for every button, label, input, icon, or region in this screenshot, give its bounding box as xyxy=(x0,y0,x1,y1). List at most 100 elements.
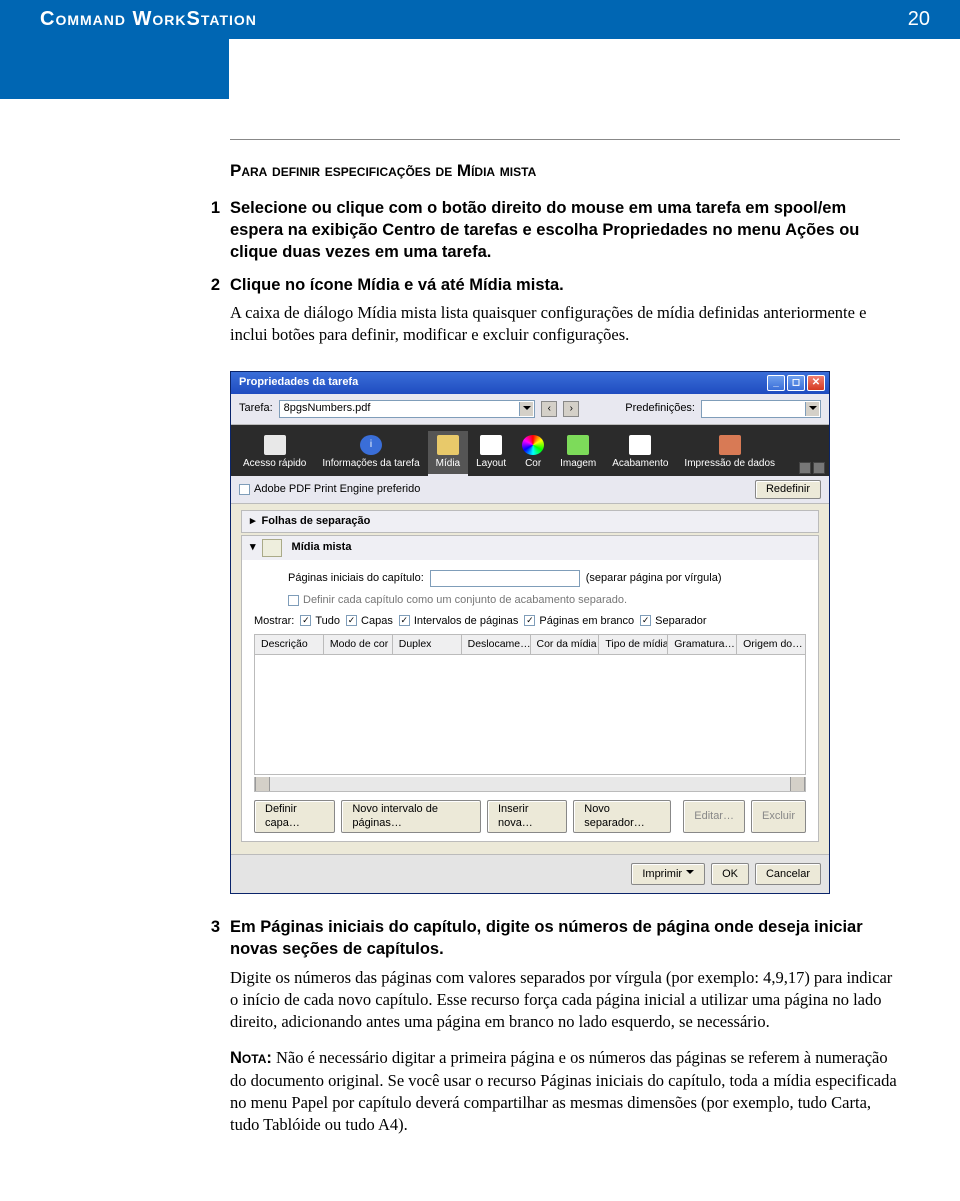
step-number: 2 xyxy=(200,274,230,361)
tab-scroll-left[interactable] xyxy=(799,462,811,474)
show-covers-checkbox[interactable]: ✓Capas xyxy=(346,614,393,629)
tab-color[interactable]: Cor xyxy=(514,431,552,477)
chevron-down-icon xyxy=(686,865,694,883)
header-stripe xyxy=(0,39,960,99)
horizontal-scrollbar[interactable] xyxy=(254,777,806,792)
vdp-icon xyxy=(719,435,741,455)
preset-label: Predefinições: xyxy=(625,401,695,416)
tab-image[interactable]: Imagem xyxy=(552,431,604,477)
page-content: Para definir especificações de Mídia mis… xyxy=(0,99,960,1201)
grid-body[interactable] xyxy=(254,655,806,775)
redefine-button[interactable]: Redefinir xyxy=(755,480,821,499)
new-tab-button[interactable]: Novo separador… xyxy=(573,800,671,834)
ok-button[interactable]: OK xyxy=(711,863,749,885)
tab-scroll xyxy=(799,462,825,474)
tab-vdp[interactable]: Impressão de dados xyxy=(676,431,783,477)
close-button[interactable]: ✕ xyxy=(807,375,825,391)
finish-set-checkbox[interactable]: Definir cada capítulo como um conjunto d… xyxy=(288,593,627,608)
chapter-hint: (separar página por vírgula) xyxy=(586,571,722,586)
dialog-top-row: Tarefa: 8pgsNumbers.pdf ‹ › Predefiniçõe… xyxy=(231,394,829,425)
step-body: A caixa de diálogo Mídia mista lista qua… xyxy=(230,302,900,347)
section-title: Para definir especificações de Mídia mis… xyxy=(230,160,900,183)
media-icon xyxy=(437,435,459,455)
header-title: Command WorkStation xyxy=(40,8,257,31)
step-3: 3 Em Páginas iniciais do capítulo, digit… xyxy=(230,916,900,1150)
note-text: Não é necessário digitar a primeira pági… xyxy=(230,1048,897,1134)
next-task-button[interactable]: › xyxy=(563,401,579,417)
mixed-media-expander: Mídia mista Páginas iniciais do capítulo… xyxy=(241,535,819,843)
tab-layout[interactable]: Layout xyxy=(468,431,514,477)
mixed-media-buttons: Definir capa… Novo intervalo de páginas…… xyxy=(254,792,806,834)
layout-icon xyxy=(480,435,502,455)
grid-header: Descrição Modo de cor Duplex Deslocame… … xyxy=(254,634,806,654)
scroll-left-button[interactable] xyxy=(255,777,270,791)
tab-label: Layout xyxy=(476,457,506,471)
tab-scroll-right[interactable] xyxy=(813,462,825,474)
col-colormode[interactable]: Modo de cor xyxy=(324,635,393,653)
col-mediatype[interactable]: Tipo de mídia xyxy=(599,635,668,653)
page-header: Command WorkStation 20 xyxy=(0,0,960,39)
adobe-label: Adobe PDF Print Engine preferido xyxy=(254,482,420,497)
chapter-start-label: Páginas iniciais do capítulo: xyxy=(288,571,424,586)
insert-new-button[interactable]: Inserir nova… xyxy=(487,800,567,834)
show-ranges-checkbox[interactable]: ✓ Intervalos de páginas xyxy=(399,614,519,629)
btn-label: Imprimir xyxy=(642,867,682,882)
show-blanks-checkbox[interactable]: ✓Páginas em branco xyxy=(524,614,634,629)
show-all-checkbox[interactable]: ✓ Tudo xyxy=(300,614,340,629)
maximize-button[interactable]: ◻ xyxy=(787,375,805,391)
tab-label: Mídia xyxy=(436,457,460,471)
dialog-footer: Imprimir OK Cancelar xyxy=(231,854,829,893)
separation-sheets-expander[interactable]: Folhas de separação xyxy=(241,510,819,533)
opt-label: Intervalos de páginas xyxy=(414,614,519,629)
task-value: 8pgsNumbers.pdf xyxy=(284,401,371,416)
tabs-bar: Acesso rápido i Informações da tarefa Mí… xyxy=(231,425,829,477)
col-offset[interactable]: Deslocame… xyxy=(462,635,531,653)
note-paragraph: Nota: Não é necessário digitar a primeir… xyxy=(230,1047,900,1136)
job-properties-dialog: Propriedades da tarefa _ ◻ ✕ Tarefa: 8pg… xyxy=(230,371,830,895)
dialog-title: Propriedades da tarefa xyxy=(239,375,358,390)
minimize-button[interactable]: _ xyxy=(767,375,785,391)
define-cover-button[interactable]: Definir capa… xyxy=(254,800,335,834)
new-range-button[interactable]: Novo intervalo de páginas… xyxy=(341,800,481,834)
step-text: Clique no ícone Mídia e vá até Mídia mis… xyxy=(230,274,900,296)
col-weight[interactable]: Gramatura… xyxy=(668,635,737,653)
task-combo[interactable]: 8pgsNumbers.pdf xyxy=(279,400,536,418)
tab-label: Acabamento xyxy=(612,457,668,471)
chapter-start-input[interactable] xyxy=(430,570,580,587)
show-tabs-checkbox[interactable]: ✓Separador xyxy=(640,614,706,629)
tab-label: Acesso rápido xyxy=(243,457,306,471)
opt-label: Tudo xyxy=(315,614,340,629)
preset-combo[interactable] xyxy=(701,400,821,418)
expander-label: Folhas de separação xyxy=(262,514,371,529)
col-description[interactable]: Descrição xyxy=(255,635,324,653)
tab-media[interactable]: Mídia xyxy=(428,431,468,477)
expander-label: Mídia mista xyxy=(292,540,352,555)
checkbox-icon: ✓ xyxy=(300,615,311,626)
checkbox-icon: ✓ xyxy=(399,615,410,626)
tab-job-info[interactable]: i Informações da tarefa xyxy=(314,431,427,477)
edit-button[interactable]: Editar… xyxy=(683,800,745,834)
dialog-titlebar[interactable]: Propriedades da tarefa _ ◻ ✕ xyxy=(231,372,829,394)
col-duplex[interactable]: Duplex xyxy=(393,635,462,653)
step-1: 1 Selecione ou clique com o botão direit… xyxy=(230,197,900,264)
print-button[interactable]: Imprimir xyxy=(631,863,705,885)
show-label: Mostrar: xyxy=(254,614,294,629)
checkbox-icon: ✓ xyxy=(524,615,535,626)
prev-task-button[interactable]: ‹ xyxy=(541,401,557,417)
tab-label: Imagem xyxy=(560,457,596,471)
checkbox-icon xyxy=(288,595,299,606)
col-mediacolor[interactable]: Cor da mídia xyxy=(531,635,600,653)
delete-button[interactable]: Excluir xyxy=(751,800,806,834)
task-label: Tarefa: xyxy=(239,401,273,416)
mixed-media-header[interactable]: Mídia mista xyxy=(242,536,818,560)
adobe-pdf-checkbox[interactable]: Adobe PDF Print Engine preferido xyxy=(239,482,420,497)
col-source[interactable]: Origem do… xyxy=(737,635,805,653)
mixed-media-body: Páginas iniciais do capítulo: (separar p… xyxy=(242,560,818,842)
tab-quick-access[interactable]: Acesso rápido xyxy=(235,431,314,477)
image-icon xyxy=(567,435,589,455)
scroll-right-button[interactable] xyxy=(790,777,805,791)
step-text: Em Páginas iniciais do capítulo, digite … xyxy=(230,916,900,961)
cancel-button[interactable]: Cancelar xyxy=(755,863,821,885)
info-icon: i xyxy=(360,435,382,455)
tab-finishing[interactable]: Acabamento xyxy=(604,431,676,477)
